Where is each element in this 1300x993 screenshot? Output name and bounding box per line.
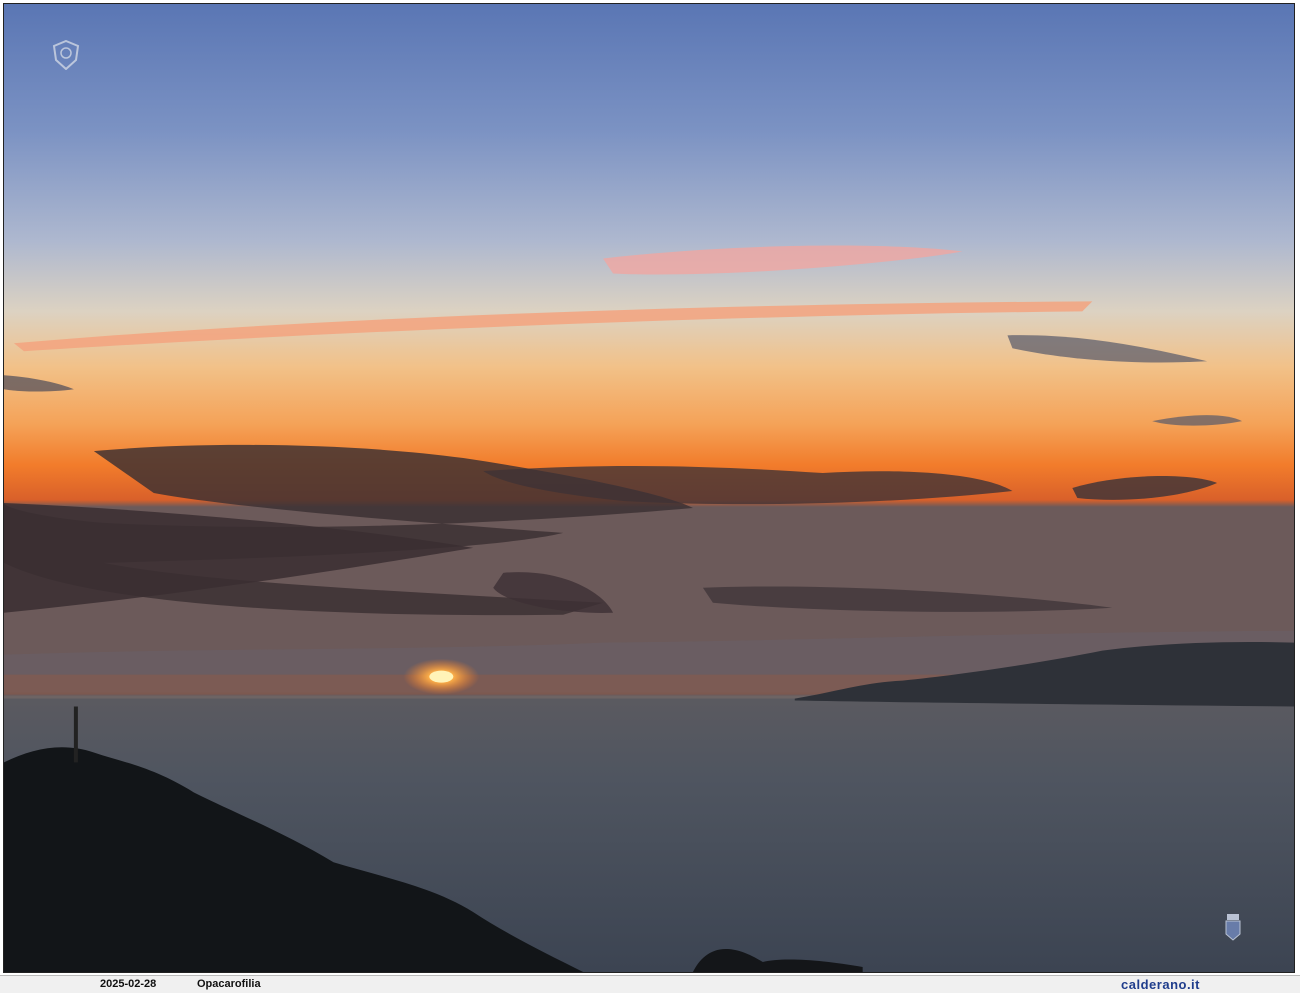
caption-bar: 2025-02-28 Opacarofilia calderano.it (0, 975, 1300, 993)
caption-date: 2025-02-28 (100, 978, 157, 990)
crest-icon (1224, 912, 1242, 942)
caption-site-link[interactable]: calderano.it (1121, 976, 1200, 993)
sunset-photo (4, 4, 1294, 972)
logo-icon (52, 40, 80, 70)
caption-title: Opacarofilia (197, 978, 261, 990)
photo-frame (3, 3, 1295, 973)
